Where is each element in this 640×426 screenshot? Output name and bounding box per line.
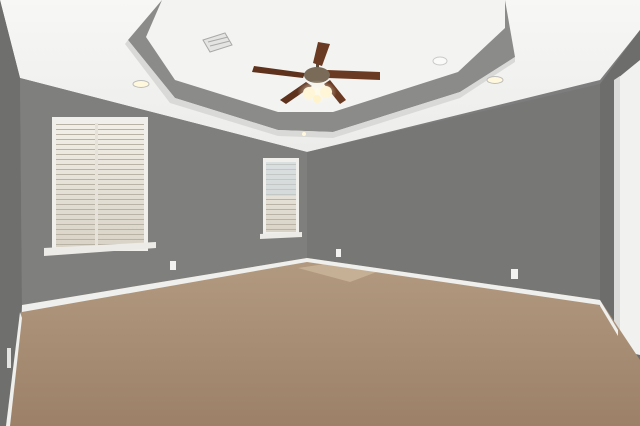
outlet-back: [336, 249, 341, 257]
left-window: [44, 117, 156, 256]
outlet-right: [511, 269, 518, 279]
fan-light-center: [313, 95, 321, 103]
doorway-frame: [618, 60, 640, 355]
outlet-near: [7, 348, 11, 368]
recessed-light-left: [132, 80, 150, 88]
fan-light-right: [320, 86, 332, 98]
outlet-left: [170, 261, 176, 270]
recessed-light-back: [302, 132, 306, 136]
smoke-detector: [432, 56, 448, 66]
room-photo: [0, 0, 640, 426]
recessed-light-right: [486, 76, 504, 84]
fan-light-left: [303, 87, 315, 99]
center-window: [260, 158, 302, 239]
doorway-casing: [614, 76, 620, 352]
